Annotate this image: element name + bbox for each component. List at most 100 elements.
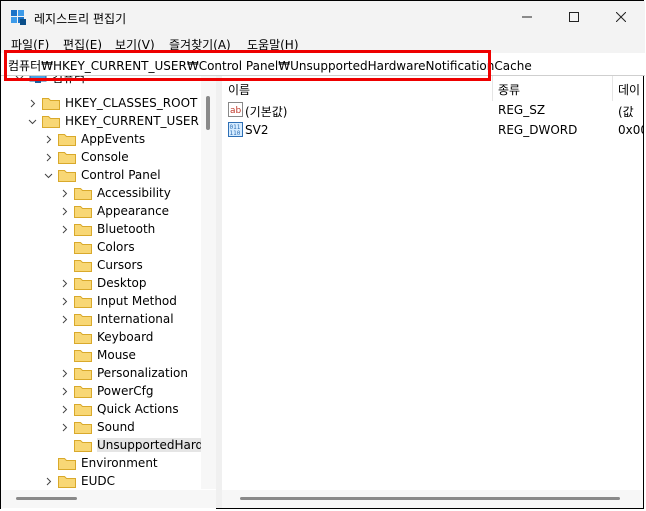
tree-item-eudc[interactable]: EUDC [42,472,115,490]
folder-open-icon [58,169,76,182]
folder-icon [74,223,92,236]
chevron-right-icon[interactable] [58,421,71,434]
svg-text:ab: ab [230,106,242,116]
maximize-button[interactable] [551,1,597,33]
tree-item-label: Bluetooth [97,222,156,236]
tree-item-label: Personalization [97,366,188,380]
tree-item-label: Control Panel [81,168,161,182]
tree-item-label: PowerCfg [97,384,154,398]
chevron-right-icon[interactable] [42,151,55,164]
column-header-data[interactable]: 데이 [612,76,643,101]
column-header-type[interactable]: 종류 [492,76,613,101]
column-header-name[interactable]: 이름 [222,76,493,101]
folder-icon [74,331,92,344]
list-item[interactable]: 011 110 SV2 REG_DWORD 0x00 [222,120,643,140]
close-button[interactable] [598,1,644,33]
chevron-right-icon[interactable] [58,367,71,380]
chevron-right-icon[interactable] [58,313,71,326]
menu-edit[interactable]: 편집(E) [63,36,102,53]
tree-vertical-scrollbar[interactable] [201,76,216,489]
tree-item-computer[interactable]: 컴퓨터 [13,76,85,86]
scrollbar-thumb[interactable] [206,96,210,130]
regedit-app-icon [11,10,26,25]
tree-item-label: International [97,312,174,326]
folder-icon [74,295,92,308]
chevron-right-icon[interactable] [42,133,55,146]
tree-item-environment[interactable]: Environment [42,454,158,472]
folder-icon [58,133,76,146]
folder-icon [74,187,92,200]
tree-item-appearance[interactable]: Appearance [58,202,169,220]
tree-item-appevents[interactable]: AppEvents [42,130,145,148]
chevron-right-icon[interactable] [58,295,71,308]
chevron-right-icon[interactable] [42,475,55,488]
close-icon [616,12,626,22]
list-horizontal-scrollbar[interactable] [222,490,643,508]
column-header-label: 이름 [228,83,251,97]
binary-value-icon: 011 110 [228,122,243,137]
tree-item-hkey-current-user[interactable]: HKEY_CURRENT_USER [26,112,199,130]
tree-item-label: Mouse [97,348,136,362]
tree-item-label: Environment [81,456,158,470]
chevron-down-icon[interactable] [42,169,55,182]
tree-item-hkey-classes-root[interactable]: HKEY_CLASSES_ROOT [26,94,197,112]
tree-item-label: Keyboard [97,330,154,344]
tree-item-label: Input Method [97,294,177,308]
value-list: 이름 종류 데이 ab (기본값) REG_SZ (값 011 110 SV2 … [222,76,643,508]
string-value-icon: ab [228,102,243,117]
chevron-right-icon[interactable] [58,385,71,398]
tree-item-console[interactable]: Console [42,148,129,166]
tree-item-personalization[interactable]: Personalization [58,364,188,382]
window-title: 레지스트리 편집기 [34,12,127,26]
chevron-right-icon[interactable] [58,277,71,290]
menu-favorites[interactable]: 즐겨찾기(A) [169,36,231,53]
value-type: REG_DWORD [498,123,578,137]
folder-icon [74,367,92,380]
svg-text:110: 110 [230,130,241,137]
menu-help[interactable]: 도움말(H) [247,36,299,53]
chevron-right-icon[interactable] [26,97,39,110]
chevron-right-icon[interactable] [58,403,71,416]
tree-item-unsupported-hardware[interactable]: UnsupportedHardw [58,436,213,454]
chevron-down-icon[interactable] [26,115,39,128]
tree-item-accessibility[interactable]: Accessibility [58,184,171,202]
tree-item-control-panel[interactable]: Control Panel [42,166,161,184]
no-chevron-spacer [58,331,71,344]
folder-icon [74,241,92,254]
tree-item-keyboard[interactable]: Keyboard [58,328,153,346]
computer-icon [29,76,47,83]
tree-item-mouse[interactable]: Mouse [58,346,136,364]
menu-bar: 파일(F) 편집(E) 보기(V) 즐겨찾기(A) 도움말(H) [1,33,645,53]
folder-icon [42,97,60,110]
value-name: SV2 [245,123,269,137]
chevron-right-icon[interactable] [58,187,71,200]
minimize-button[interactable] [504,1,550,33]
menu-view[interactable]: 보기(V) [115,36,155,53]
tree-horizontal-scrollbar[interactable] [1,490,216,508]
folder-icon [74,403,92,416]
tree-item-cursors[interactable]: Cursors [58,256,143,274]
tree-item-quick-actions[interactable]: Quick Actions [58,400,179,418]
folder-icon [74,349,92,362]
scrollbar-thumb[interactable] [240,497,620,500]
tree-item-label: Console [81,150,129,164]
folder-icon [58,151,76,164]
tree-item-sound[interactable]: Sound [58,418,135,436]
address-bar[interactable]: 컴퓨터₩HKEY_CURRENT_USER₩Control Panel₩Unsu… [1,53,645,76]
tree-item-bluetooth[interactable]: Bluetooth [58,220,155,238]
tree-item-powercfg[interactable]: PowerCfg [58,382,154,400]
tree-item-label: 컴퓨터 [52,76,86,85]
address-path[interactable]: 컴퓨터₩HKEY_CURRENT_USER₩Control Panel₩Unsu… [8,57,532,74]
menu-file[interactable]: 파일(F) [11,36,49,53]
tree-item-international[interactable]: International [58,310,174,328]
tree-item-colors[interactable]: Colors [58,238,135,256]
list-item[interactable]: ab (기본값) REG_SZ (값 [222,100,643,120]
chevron-right-icon[interactable] [58,223,71,236]
tree-item-desktop[interactable]: Desktop [58,274,147,292]
tree-item-input-method[interactable]: Input Method [58,292,177,310]
chevron-down-icon[interactable] [13,76,26,84]
folder-open-icon [42,115,60,128]
no-chevron-spacer [42,457,55,470]
chevron-right-icon[interactable] [58,205,71,218]
scrollbar-thumb[interactable] [16,497,77,500]
